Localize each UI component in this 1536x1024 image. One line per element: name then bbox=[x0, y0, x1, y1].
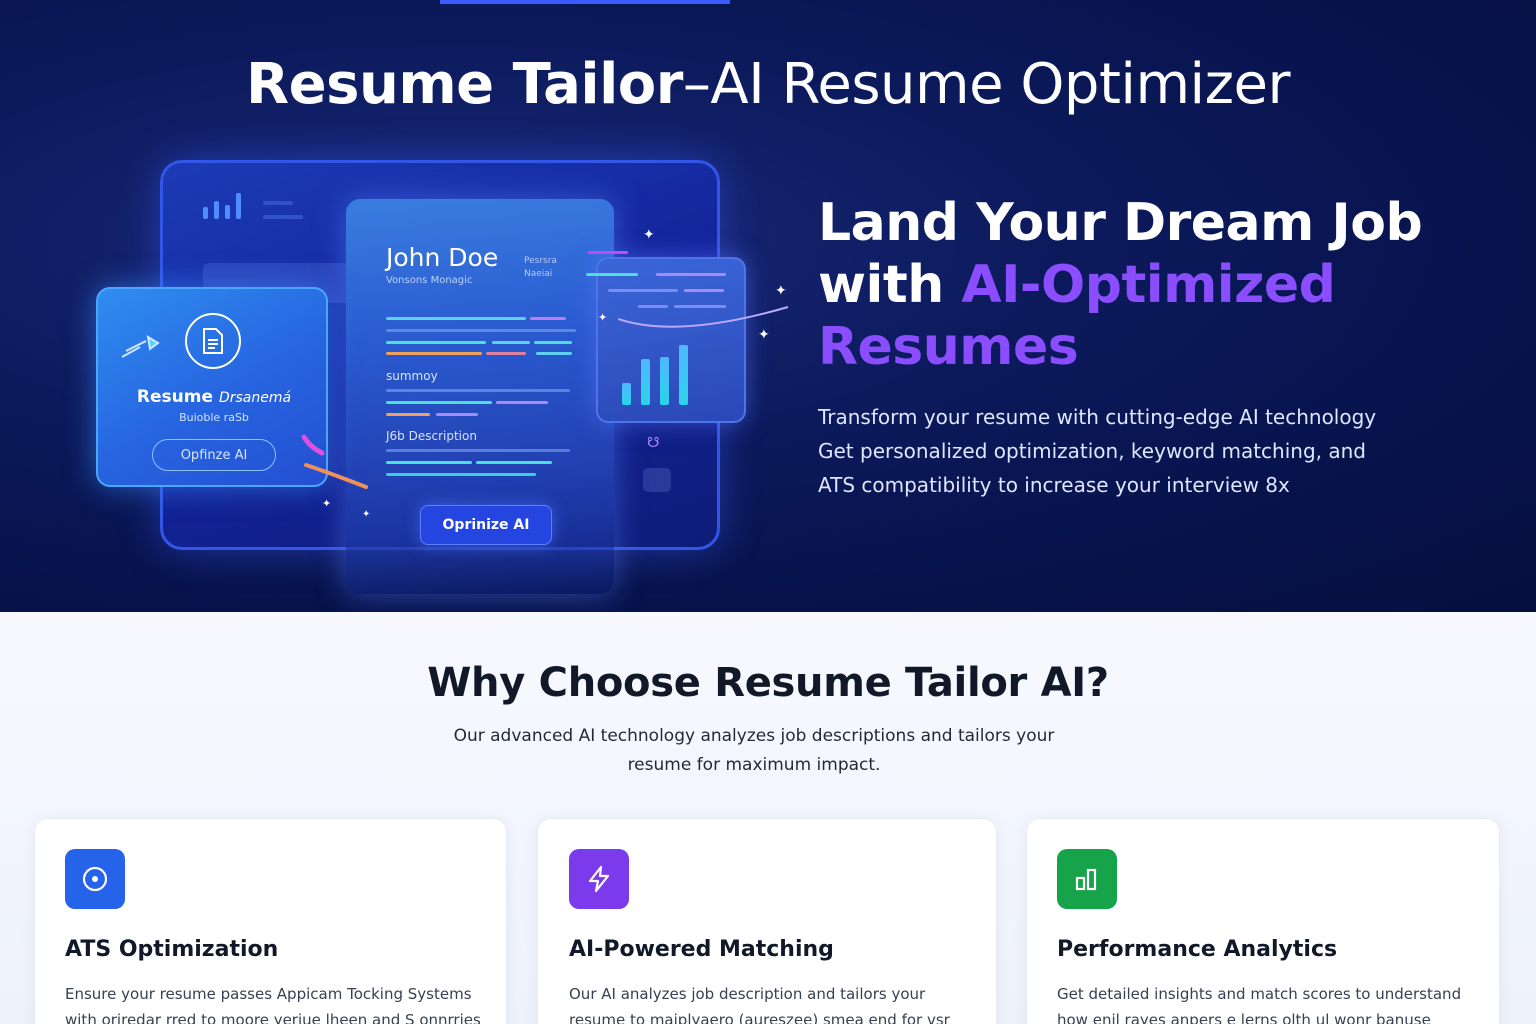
device-icon bbox=[643, 468, 671, 492]
wing-icon bbox=[121, 335, 160, 358]
bar-chart-icon bbox=[203, 193, 241, 219]
document-icon bbox=[185, 313, 241, 369]
lightning-icon bbox=[569, 849, 629, 909]
hero-illustration: ☋ John Doe Vonsons Monagic Pesrsra Naeia… bbox=[90, 155, 810, 595]
resume-card-title-bold: Resume bbox=[136, 387, 214, 407]
resume-role: Vonsons Monagic bbox=[386, 275, 473, 286]
sparkle-icon: ✦ bbox=[598, 311, 608, 324]
trend-curve bbox=[618, 306, 789, 328]
features-title: Why Choose Resume Tailor AI? bbox=[427, 660, 1109, 706]
hero-headline: Land Your Dream Job with AI-Optimized Re… bbox=[818, 192, 1458, 378]
swoosh-icon bbox=[301, 434, 368, 489]
headline-accent-2: Resumes bbox=[818, 317, 1079, 377]
feature-card-ats[interactable]: ATS Optimization Ensure your resume pass… bbox=[34, 818, 507, 1024]
summary-label: summoy bbox=[386, 369, 438, 383]
feature-description: Ensure your resume passes Appicam Tockin… bbox=[65, 985, 481, 1024]
features-subtitle: Our advanced AI technology analyzes job … bbox=[453, 726, 1055, 775]
resume-card: Resume Drsanemá Buioble raSb Opfinze AI bbox=[96, 287, 328, 487]
feature-title: Performance Analytics bbox=[1057, 937, 1338, 962]
sparkle-icon: ✦ bbox=[362, 509, 371, 520]
optimize-ai-button[interactable]: Oprinize AI bbox=[420, 505, 552, 545]
top-accent-bar bbox=[440, 0, 730, 4]
title-light: –AI Resume Optimizer bbox=[682, 52, 1291, 117]
resume-card-title-script: Drsanemá bbox=[218, 390, 292, 406]
bar-chart-icon bbox=[1057, 849, 1117, 909]
title-bold: Resume Tailor bbox=[246, 52, 683, 117]
hero-description: Transform your resume with cutting-edge … bbox=[818, 405, 1377, 497]
headline-with: with bbox=[818, 255, 962, 315]
resume-document: John Doe Vonsons Monagic Pesrsra Naeiai … bbox=[346, 199, 614, 594]
job-description-label: J6b Description bbox=[386, 429, 477, 443]
resume-name: John Doe bbox=[386, 243, 499, 272]
headline-accent: AI-Optimized bbox=[961, 255, 1336, 315]
resume-side-text: Pesrsra Naeiai bbox=[524, 256, 557, 279]
sparkle-icon: ✦ bbox=[322, 497, 332, 510]
feature-title: ATS Optimization bbox=[65, 937, 279, 962]
sparkle-icon: ☋ bbox=[647, 435, 660, 451]
sparkle-icon: ✦ bbox=[643, 227, 655, 243]
analytics-card bbox=[586, 251, 789, 423]
sparkle-icon: ✦ bbox=[758, 327, 770, 343]
feature-title: AI-Powered Matching bbox=[569, 937, 834, 962]
analytics-bar-chart bbox=[622, 345, 688, 405]
hero-copy: Land Your Dream Job with AI-Optimized Re… bbox=[818, 192, 1458, 502]
resume-card-title: Resume Drsanemá bbox=[98, 387, 330, 407]
hero-section: Resume Tailor–AI Resume Optimizer ☋ John… bbox=[0, 0, 1536, 612]
page-title: Resume Tailor–AI Resume Optimizer bbox=[0, 52, 1536, 117]
feature-card-matching[interactable]: AI-Powered Matching Our AI analyzes job … bbox=[537, 818, 997, 1024]
feature-card-analytics[interactable]: Performance Analytics Get detailed insig… bbox=[1026, 818, 1500, 1024]
feature-description: Our AI analyzes job description and tail… bbox=[569, 985, 950, 1024]
features-section: Why Choose Resume Tailor AI? Our advance… bbox=[0, 612, 1536, 1024]
sparkle-icon: ✦ bbox=[775, 283, 787, 299]
resume-card-subtitle: Buioble raSb bbox=[179, 411, 249, 424]
target-icon bbox=[65, 849, 125, 909]
headline-line1: Land Your Dream Job bbox=[818, 193, 1423, 253]
feature-description: Get detailed insights and match scores t… bbox=[1057, 985, 1462, 1024]
card-optimize-button[interactable]: Opfinze AI bbox=[152, 439, 276, 471]
